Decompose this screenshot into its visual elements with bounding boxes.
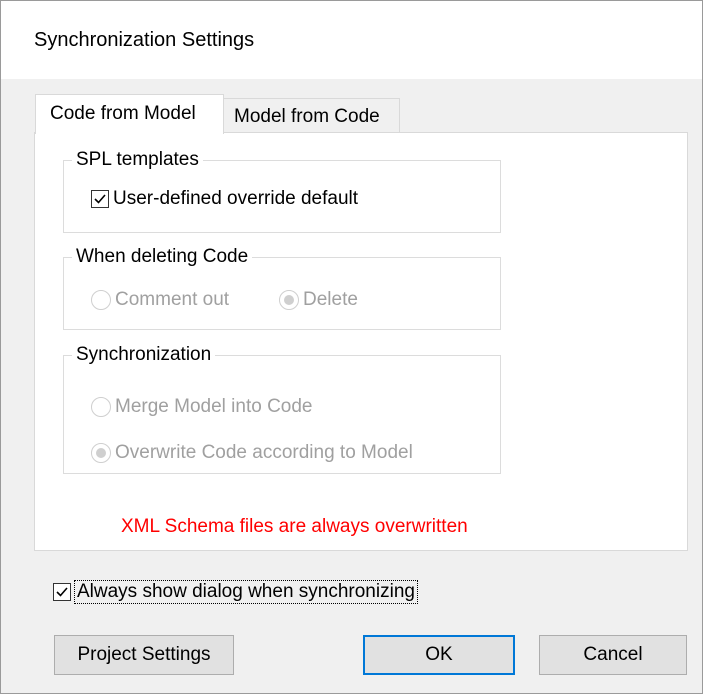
delete-label: Delete (303, 289, 358, 310)
ok-button[interactable]: OK (363, 635, 515, 675)
delete-radio[interactable]: Delete (279, 289, 358, 311)
tab-panel-code-from-model: SPL templates User-defined override defa… (34, 132, 688, 551)
user-defined-override-default-checkbox[interactable]: User-defined override default (91, 188, 358, 210)
checkbox-checked-icon[interactable] (53, 583, 71, 601)
comment-out-label: Comment out (115, 289, 230, 310)
when-deleting-code-group: When deleting Code (63, 246, 501, 330)
xml-schema-warning: XML Schema files are always overwritten (121, 516, 468, 537)
always-show-dialog-checkbox[interactable]: Always show dialog when synchronizing (53, 580, 418, 604)
title-bar[interactable]: Synchronization Settings (1, 1, 702, 79)
comment-out-radio[interactable]: Comment out (91, 289, 229, 311)
spl-templates-legend: SPL templates (76, 149, 199, 170)
radio-selected-icon[interactable] (279, 290, 299, 310)
checkbox-checked-icon[interactable] (91, 190, 109, 208)
always-show-dialog-label: Always show dialog when synchronizing (74, 580, 418, 604)
user-defined-override-default-label: User-defined override default (113, 188, 359, 209)
project-settings-button[interactable]: Project Settings (54, 635, 234, 675)
overwrite-code-according-to-model-radio[interactable]: Overwrite Code according to Model (91, 442, 413, 464)
dialog-title: Synchronization Settings (34, 29, 255, 51)
synchronization-legend: Synchronization (76, 344, 212, 365)
merge-model-into-code-radio[interactable]: Merge Model into Code (91, 396, 313, 418)
synchronization-settings-dialog: Synchronization Settings Code from Model… (0, 0, 703, 694)
tab-model-from-code[interactable]: Model from Code (224, 98, 400, 134)
radio-unselected-icon[interactable] (91, 397, 111, 417)
cancel-button[interactable]: Cancel (539, 635, 687, 675)
tab-code-from-model[interactable]: Code from Model (35, 94, 224, 134)
when-deleting-code-legend: When deleting Code (76, 246, 249, 267)
radio-selected-icon[interactable] (91, 443, 111, 463)
radio-unselected-icon[interactable] (91, 290, 111, 310)
overwrite-code-according-to-model-label: Overwrite Code according to Model (115, 442, 413, 463)
merge-model-into-code-label: Merge Model into Code (115, 396, 313, 417)
